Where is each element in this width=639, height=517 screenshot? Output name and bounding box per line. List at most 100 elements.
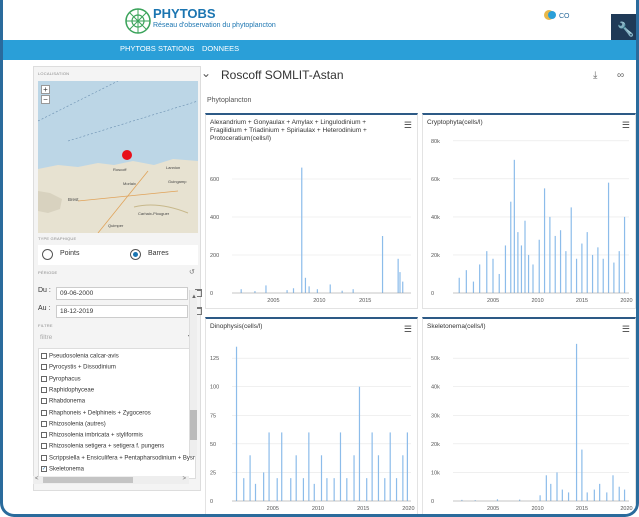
bar[interactable] <box>504 245 507 293</box>
taxon-item[interactable]: Pyrocystis + Dissodinium <box>41 364 116 374</box>
bar[interactable] <box>550 483 552 501</box>
bar[interactable] <box>292 288 295 293</box>
bar[interactable] <box>235 346 238 501</box>
checkbox[interactable] <box>41 432 47 439</box>
bar[interactable] <box>240 289 242 293</box>
checkbox[interactable] <box>41 375 47 382</box>
bar[interactable] <box>384 478 386 501</box>
nav-item-donnees[interactable]: DONNEES <box>202 44 239 53</box>
nav-item-phytobs[interactable]: PHYTOBS <box>120 44 156 53</box>
bar[interactable] <box>265 285 267 293</box>
scroll-left-icon[interactable]: < <box>35 476 39 482</box>
checkbox[interactable] <box>41 420 47 427</box>
checkbox[interactable] <box>41 398 47 405</box>
bar[interactable] <box>329 284 331 293</box>
bar[interactable] <box>586 492 588 501</box>
bar[interactable] <box>623 489 626 501</box>
download-icon[interactable]: ⤓ <box>593 70 597 81</box>
bar[interactable] <box>565 251 567 293</box>
bar[interactable] <box>618 251 620 293</box>
bar[interactable] <box>549 216 551 293</box>
taxon-item[interactable]: Pyrophacus <box>41 375 81 386</box>
bar[interactable] <box>498 273 500 293</box>
bar[interactable] <box>353 455 355 501</box>
bar[interactable] <box>290 478 292 501</box>
bar[interactable] <box>254 483 257 501</box>
taxon-item[interactable]: Rhizosolenia setigera + setigera f. pung… <box>41 443 164 453</box>
bar[interactable] <box>402 281 404 293</box>
bar[interactable] <box>532 264 534 293</box>
taxon-item[interactable]: Rhizosolenia imbricata + styliformis <box>41 432 143 442</box>
bar[interactable] <box>302 478 305 501</box>
bar[interactable] <box>591 254 594 293</box>
bar[interactable] <box>276 478 278 501</box>
bar[interactable] <box>268 432 270 501</box>
chevron-down-icon[interactable]: ⌄ <box>201 66 211 80</box>
link-icon[interactable]: ∞ <box>617 70 624 81</box>
station-map[interactable]: Roscoff Lannion Brest Morlaix Quimper Ca… <box>38 81 198 233</box>
checklist-vertical-scrollbar[interactable]: ▲ <box>189 290 197 456</box>
bar[interactable] <box>618 486 620 501</box>
bar[interactable] <box>395 478 398 501</box>
bar[interactable] <box>599 483 601 501</box>
checkbox[interactable] <box>41 353 47 359</box>
bar[interactable] <box>575 258 578 293</box>
bar[interactable] <box>243 478 245 501</box>
bar[interactable] <box>520 245 523 293</box>
bar[interactable] <box>607 182 610 293</box>
bar[interactable] <box>406 432 408 501</box>
bar[interactable] <box>513 159 515 293</box>
zoom-in-button[interactable]: + <box>41 85 50 94</box>
bar[interactable] <box>333 478 335 501</box>
bar[interactable] <box>597 247 599 293</box>
bar[interactable] <box>561 489 563 501</box>
bar[interactable] <box>465 270 467 293</box>
bar[interactable] <box>381 236 384 293</box>
bar[interactable] <box>389 432 391 501</box>
bar[interactable] <box>352 289 354 293</box>
checkbox[interactable] <box>41 409 47 416</box>
bar[interactable] <box>623 216 626 293</box>
bar[interactable] <box>358 386 361 501</box>
bar[interactable] <box>286 290 288 293</box>
bar[interactable] <box>524 220 526 293</box>
taxon-item[interactable]: ✓ Skeletonema <box>41 466 84 476</box>
taxon-item[interactable]: Scrippsiella + Ensiculifera + Pentaphars… <box>41 454 195 465</box>
bar[interactable] <box>402 455 404 501</box>
bar[interactable] <box>326 478 328 501</box>
bar[interactable] <box>458 277 460 293</box>
bar[interactable] <box>479 264 481 293</box>
bar[interactable] <box>545 475 547 501</box>
bar[interactable] <box>612 475 614 501</box>
bar[interactable] <box>346 478 348 501</box>
date-from-input[interactable]: 09-06-2000 <box>56 287 188 300</box>
bar[interactable] <box>366 478 368 501</box>
checkbox[interactable] <box>41 364 47 371</box>
bar[interactable] <box>295 455 297 501</box>
bar[interactable] <box>606 492 608 501</box>
bar[interactable] <box>399 272 401 293</box>
taxon-item[interactable]: Raphidophyceae <box>41 386 94 397</box>
bar[interactable] <box>556 472 558 501</box>
scroll-right-icon[interactable]: > <box>182 476 186 482</box>
checkbox[interactable] <box>41 386 47 393</box>
bar[interactable] <box>371 432 373 501</box>
bar[interactable] <box>567 492 570 501</box>
checkbox-checked[interactable]: ✓ <box>41 466 47 472</box>
bar[interactable] <box>492 258 494 293</box>
bar[interactable] <box>575 343 578 501</box>
taxon-item[interactable]: Rhizosolenia (autres) <box>41 420 106 431</box>
taxon-item[interactable]: Rhabdonema <box>41 398 85 408</box>
zoom-out-button[interactable]: − <box>41 95 50 104</box>
bar[interactable] <box>570 207 572 293</box>
bar[interactable] <box>581 449 583 501</box>
bar[interactable] <box>249 455 251 501</box>
nav-item-stations[interactable]: STATIONS <box>158 44 194 53</box>
checklist-horizontal-scrollbar[interactable]: < > <box>33 476 189 484</box>
points-radio[interactable] <box>42 249 53 260</box>
bar[interactable] <box>308 432 310 501</box>
filter-input[interactable]: filtre <box>38 334 186 345</box>
checkbox[interactable] <box>41 443 47 450</box>
bar[interactable] <box>304 277 307 293</box>
bar[interactable] <box>301 167 303 293</box>
